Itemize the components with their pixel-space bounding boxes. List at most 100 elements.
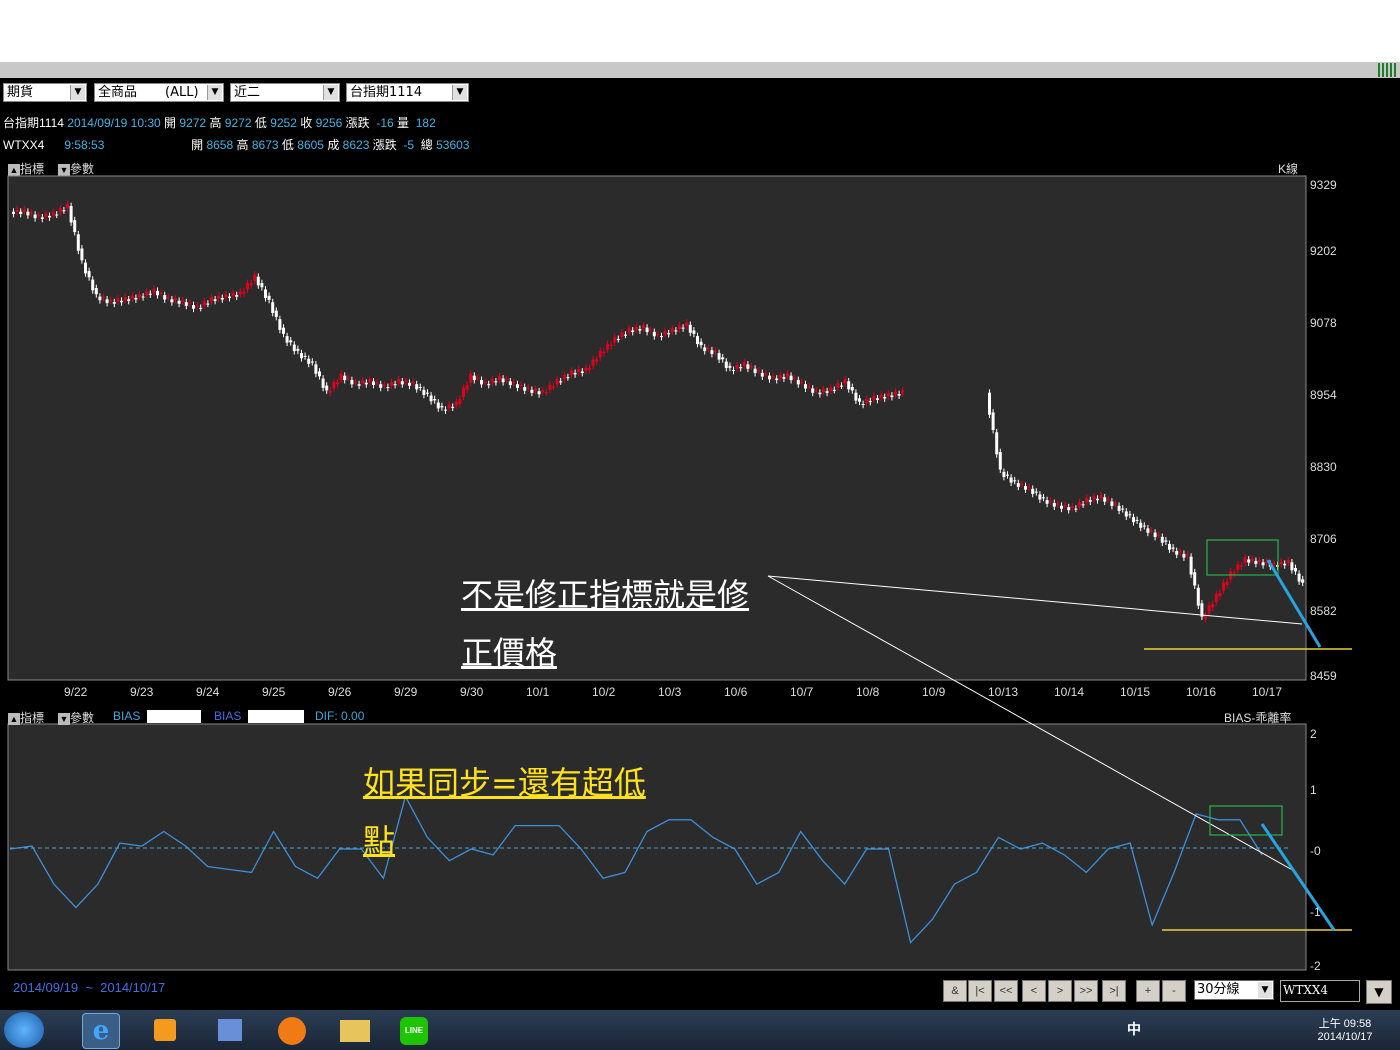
candle-body	[1214, 594, 1218, 602]
candle-body	[750, 366, 753, 368]
candle-body	[238, 291, 242, 295]
y-tick: 2	[1310, 727, 1317, 741]
nav-button[interactable]: >	[1048, 980, 1072, 1002]
candle-body	[177, 300, 181, 304]
candle-body	[995, 432, 999, 455]
clock-time: 上午 09:58	[1318, 1018, 1372, 1030]
candle-body	[163, 295, 167, 300]
bias-swatch-2	[248, 710, 304, 723]
candle-body	[1290, 562, 1294, 571]
candle-body	[1153, 532, 1157, 538]
candle-body	[15, 209, 19, 212]
candle-body	[670, 328, 674, 332]
candle-body	[1088, 500, 1092, 502]
ime-indicator[interactable]: 中	[1127, 1019, 1141, 1039]
candle-body	[440, 406, 444, 408]
candle-body	[346, 377, 350, 379]
candle-body	[447, 404, 451, 409]
candle-body	[48, 215, 51, 218]
candle-body	[991, 412, 995, 430]
candle-body	[213, 299, 217, 301]
candle-body	[426, 392, 429, 394]
candle-body	[591, 359, 595, 366]
period-select[interactable]: 30分線 ▼	[1194, 980, 1274, 1000]
line-icon[interactable]: LINE	[396, 1013, 432, 1047]
nav-button[interactable]: |<	[968, 980, 992, 1002]
start-button[interactable]	[4, 1012, 44, 1048]
x-tick: 10/15	[1120, 685, 1151, 699]
candle-body	[134, 297, 138, 300]
candle-body	[616, 338, 620, 340]
candle-body	[415, 384, 419, 390]
candlestick-chart[interactable]	[0, 0, 1400, 1050]
candle-body	[307, 358, 311, 364]
nav-button[interactable]: >>	[1074, 980, 1098, 1002]
candle-body	[1207, 605, 1211, 614]
candle-body	[1232, 572, 1236, 574]
candle-body	[660, 336, 663, 338]
candle-body	[782, 377, 786, 379]
candle-body	[728, 365, 732, 368]
candle-body	[58, 208, 62, 213]
sub-indicator-tab[interactable]: ▲ 指標	[8, 709, 44, 726]
dropdown-icon[interactable]: ▼	[1366, 980, 1392, 1004]
candle-body	[1103, 497, 1107, 502]
candle-body	[555, 379, 559, 385]
candle-body	[573, 372, 577, 375]
y-tick: 8459	[1310, 669, 1337, 683]
nav-button[interactable]: -	[1162, 980, 1186, 1002]
nav-button[interactable]: +	[1136, 980, 1160, 1002]
candle-body	[397, 379, 401, 383]
candle-body	[1160, 536, 1164, 543]
nav-button[interactable]: &	[943, 980, 967, 1002]
candle-body	[1067, 507, 1071, 511]
candle-body	[836, 383, 840, 388]
candle-body	[663, 331, 667, 335]
candle-body	[868, 401, 872, 403]
candle-body	[706, 348, 710, 349]
candle-body	[228, 296, 231, 299]
ie-icon[interactable]: e	[82, 1013, 120, 1049]
candle-body	[112, 302, 116, 304]
folder-icon[interactable]	[336, 1013, 372, 1047]
sub-param-tab[interactable]: ▼ 參數	[58, 709, 94, 726]
symbol-input[interactable]: WTXX4	[1280, 980, 1360, 1002]
candle-body	[1016, 483, 1020, 487]
nav-button[interactable]: >|	[1102, 980, 1126, 1002]
candle-body	[570, 370, 573, 376]
media-player-icon[interactable]	[148, 1013, 184, 1047]
candle-body	[562, 374, 566, 380]
candle-body	[850, 387, 854, 391]
candle-body	[400, 381, 404, 385]
candle-body	[811, 388, 815, 393]
candle-body	[634, 326, 638, 330]
candle-body	[508, 381, 512, 386]
candle-body	[231, 292, 235, 296]
candle-body	[1240, 565, 1243, 567]
x-tick: 9/23	[130, 685, 154, 699]
nav-button[interactable]: <	[1022, 980, 1046, 1002]
candle-body	[796, 379, 800, 385]
candle-body	[321, 378, 325, 388]
candle-body	[1135, 519, 1139, 521]
candle-body	[652, 331, 656, 337]
candle-body	[404, 380, 408, 383]
candle-body	[145, 291, 149, 296]
chevron-down-icon[interactable]: ▼	[1258, 982, 1272, 998]
candle-body	[386, 387, 390, 389]
candle-body	[541, 390, 545, 392]
candle-body	[1099, 495, 1103, 499]
candle-body	[368, 379, 372, 383]
candle-body	[22, 209, 26, 212]
chat-icon[interactable]	[274, 1013, 310, 1047]
bias-swatch-1	[147, 710, 201, 723]
clock[interactable]: 上午 09:58 2014/10/17	[1312, 1015, 1378, 1043]
app-icon[interactable]	[212, 1013, 248, 1047]
candle-body	[1110, 501, 1114, 506]
nav-button[interactable]: <<	[994, 980, 1018, 1002]
candle-body	[789, 375, 793, 381]
x-tick: 10/6	[724, 685, 748, 699]
candle-body	[1049, 500, 1053, 502]
x-tick: 10/8	[856, 685, 880, 699]
candle-body	[454, 401, 458, 406]
